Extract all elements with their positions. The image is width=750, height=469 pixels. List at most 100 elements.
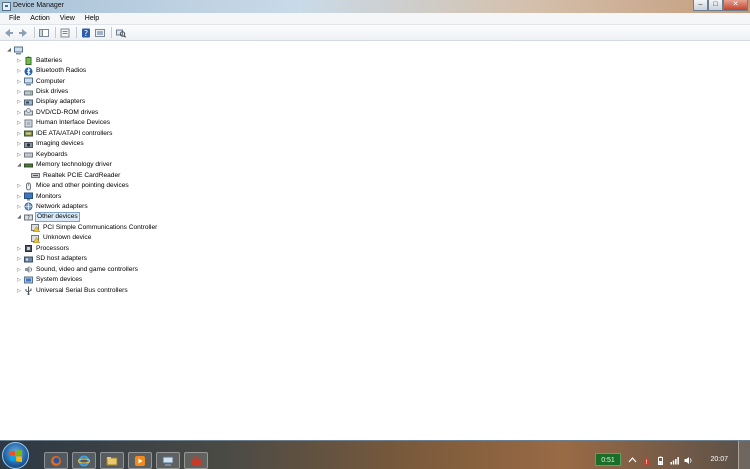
forward-button[interactable] bbox=[17, 27, 29, 39]
taskbar-media-player[interactable] bbox=[128, 452, 152, 469]
action-center-icon[interactable]: ! bbox=[642, 456, 651, 465]
tree-device[interactable]: Realtek PCIE CardReader bbox=[26, 170, 121, 180]
update-driver-button[interactable] bbox=[94, 27, 106, 39]
show-hide-console-tree-button[interactable] bbox=[38, 27, 50, 39]
expand-arrow-icon[interactable]: ▷ bbox=[15, 57, 23, 65]
taskbar-device-manager[interactable] bbox=[156, 452, 180, 469]
windows-logo-icon bbox=[10, 449, 22, 463]
properties-button[interactable] bbox=[59, 27, 71, 39]
toolbar: ? bbox=[0, 25, 750, 41]
tree-category[interactable]: ▷ Computer bbox=[15, 76, 66, 86]
tree-device[interactable]: PCI Simple Communications Controller bbox=[26, 223, 158, 233]
expand-arrow-icon[interactable]: ▷ bbox=[15, 287, 23, 295]
tree-item-label[interactable]: System devices bbox=[35, 275, 83, 285]
tree-item-label[interactable]: DVD/CD-ROM drives bbox=[35, 108, 99, 118]
taskbar-windows-explorer[interactable] bbox=[100, 452, 124, 469]
expand-arrow-icon[interactable]: ▷ bbox=[15, 245, 23, 253]
expand-arrow-icon[interactable]: ▷ bbox=[15, 130, 23, 138]
tree-item-label[interactable]: Display adapters bbox=[35, 97, 86, 107]
help-button[interactable]: ? bbox=[80, 27, 92, 39]
expand-arrow-icon[interactable]: ▷ bbox=[15, 140, 23, 148]
title-bar[interactable]: Device Manager – □ ✕ bbox=[0, 0, 750, 13]
expand-arrow-icon[interactable]: ▷ bbox=[15, 119, 23, 127]
up-arrow-icon[interactable] bbox=[628, 456, 637, 465]
tree-root[interactable]: ◢ bbox=[5, 45, 25, 55]
tree-item-label[interactable]: Processors bbox=[35, 244, 70, 254]
taskbar-firefox[interactable] bbox=[44, 452, 68, 469]
volume-icon[interactable] bbox=[684, 456, 693, 465]
tree-item-label[interactable]: Monitors bbox=[35, 192, 62, 202]
battery-time-badge[interactable]: 0:51 bbox=[595, 453, 621, 466]
tree-item-label[interactable]: Human Interface Devices bbox=[35, 118, 111, 128]
tree-item-label[interactable]: Unknown device bbox=[42, 233, 92, 243]
tree-category[interactable]: ▷ Human Interface Devices bbox=[15, 118, 111, 128]
expand-arrow-icon[interactable]: ▷ bbox=[15, 266, 23, 274]
network-icon[interactable] bbox=[670, 456, 679, 465]
tree-category[interactable]: ▷ DVD/CD-ROM drives bbox=[15, 108, 99, 118]
tree-item-label[interactable]: PCI Simple Communications Controller bbox=[42, 223, 158, 233]
tree-item-label[interactable]: Imaging devices bbox=[35, 139, 85, 149]
tree-category[interactable]: ▷ Display adapters bbox=[15, 97, 86, 107]
collapse-arrow-icon[interactable]: ◢ bbox=[15, 161, 23, 169]
tree-category[interactable]: ▷ Universal Serial Bus controllers bbox=[15, 285, 129, 296]
tree-category[interactable]: ▷ IDE ATA/ATAPI controllers bbox=[15, 129, 113, 139]
tree-category[interactable]: ▷ Sound, video and game controllers bbox=[15, 265, 139, 275]
tree-item-label[interactable]: Memory technology driver bbox=[35, 160, 113, 170]
tree-item-label[interactable]: Disk drives bbox=[35, 87, 69, 97]
expand-arrow-icon[interactable]: ▷ bbox=[15, 88, 23, 96]
expand-arrow-icon[interactable]: ▷ bbox=[15, 193, 23, 201]
clock[interactable]: 20:07 bbox=[710, 456, 728, 463]
show-desktop-button[interactable] bbox=[738, 441, 750, 469]
expand-arrow-icon[interactable]: ▷ bbox=[15, 67, 23, 75]
menu-action[interactable]: Action bbox=[25, 13, 54, 24]
tree-category[interactable]: ▷ SD host adapters bbox=[15, 254, 88, 264]
root-expander-icon[interactable]: ◢ bbox=[5, 46, 13, 54]
tree-category[interactable]: ◢ Memory technology driver bbox=[15, 160, 113, 170]
expand-arrow-icon[interactable]: ▷ bbox=[15, 98, 23, 106]
menu-help[interactable]: Help bbox=[80, 13, 104, 24]
close-button[interactable]: ✕ bbox=[723, 0, 748, 11]
taskbar-internet-explorer[interactable] bbox=[72, 452, 96, 469]
tree-item-label[interactable]: IDE ATA/ATAPI controllers bbox=[35, 129, 113, 139]
minimize-button[interactable]: – bbox=[693, 0, 708, 11]
expand-arrow-icon[interactable]: ▷ bbox=[15, 203, 23, 211]
tree-item-label[interactable]: Other devices bbox=[35, 212, 80, 223]
tree-item-label[interactable]: Mice and other pointing devices bbox=[35, 181, 130, 191]
expand-arrow-icon[interactable]: ▷ bbox=[15, 109, 23, 117]
tree-item-label[interactable]: SD host adapters bbox=[35, 254, 88, 264]
expand-arrow-icon[interactable]: ▷ bbox=[15, 255, 23, 263]
tree-category[interactable]: ▷ Batteries bbox=[15, 56, 63, 66]
menu-view[interactable]: View bbox=[55, 13, 80, 24]
back-button[interactable] bbox=[3, 27, 15, 39]
maximize-button[interactable]: □ bbox=[708, 0, 723, 11]
expand-arrow-icon[interactable]: ▷ bbox=[15, 182, 23, 190]
scan-hardware-button[interactable] bbox=[115, 27, 127, 39]
expand-arrow-icon[interactable]: ▷ bbox=[15, 151, 23, 159]
tree-item-label[interactable]: Universal Serial Bus controllers bbox=[35, 286, 129, 296]
tree-item-label[interactable]: Keyboards bbox=[35, 150, 69, 160]
tree-item-label[interactable]: Bluetooth Radios bbox=[35, 66, 87, 76]
taskbar-toolbox[interactable] bbox=[184, 452, 208, 469]
tree-category[interactable]: ▷ Mice and other pointing devices bbox=[15, 181, 130, 191]
menu-file[interactable]: File bbox=[4, 13, 25, 24]
expand-arrow-icon[interactable]: ▷ bbox=[15, 78, 23, 86]
tree-category[interactable]: ▷ Network adapters bbox=[15, 202, 89, 212]
tree-item-label[interactable]: Network adapters bbox=[35, 202, 89, 212]
tree-item-label[interactable]: Realtek PCIE CardReader bbox=[42, 171, 121, 181]
tree-category[interactable]: ▷ System devices bbox=[15, 275, 83, 285]
tree-category[interactable]: ▷ Disk drives bbox=[15, 87, 69, 97]
tree-category[interactable]: ▷ Processors bbox=[15, 244, 70, 254]
start-button[interactable] bbox=[2, 442, 29, 469]
tree-device[interactable]: Unknown device bbox=[26, 233, 92, 243]
battery-icon[interactable] bbox=[656, 456, 665, 465]
tree-category[interactable]: ▷ Keyboards bbox=[15, 150, 69, 160]
expand-arrow-icon[interactable]: ▷ bbox=[15, 276, 23, 284]
tree-category[interactable]: ▷ Monitors bbox=[15, 191, 62, 201]
tree-category[interactable]: ▷ Imaging devices bbox=[15, 139, 85, 149]
tree-category[interactable]: ▷ Bluetooth Radios bbox=[15, 66, 87, 76]
tree-category[interactable]: ◢? Other devices bbox=[15, 212, 80, 223]
tree-item-label[interactable]: Batteries bbox=[35, 56, 63, 66]
collapse-arrow-icon[interactable]: ◢ bbox=[15, 213, 23, 221]
tree-item-label[interactable]: Computer bbox=[35, 77, 66, 87]
tree-item-label[interactable]: Sound, video and game controllers bbox=[35, 265, 139, 275]
